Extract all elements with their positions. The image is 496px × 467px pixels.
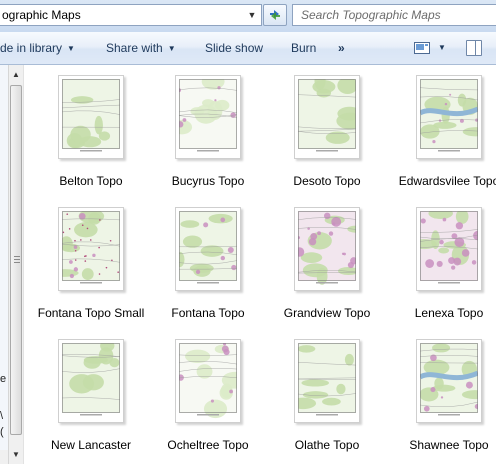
topo-map-thumbnail-art bbox=[298, 343, 356, 416]
file-thumbnail[interactable] bbox=[294, 207, 360, 291]
more-commands-label: » bbox=[338, 41, 345, 55]
grip-line bbox=[14, 256, 20, 257]
scroll-down-icon[interactable]: ▼ bbox=[9, 447, 23, 461]
topo-map-thumbnail-art bbox=[298, 79, 356, 152]
file-thumbnail[interactable] bbox=[416, 75, 482, 159]
file-thumbnail[interactable] bbox=[58, 207, 124, 291]
share-with-label: Share with bbox=[106, 41, 163, 55]
search-placeholder: Search Topographic Maps bbox=[301, 8, 441, 22]
address-bar-row: ographic Maps ▼ Search Topographic Maps bbox=[0, 0, 496, 32]
grip-line bbox=[14, 259, 20, 260]
more-commands-button[interactable]: » bbox=[338, 41, 345, 55]
topo-map-thumbnail-art bbox=[420, 343, 478, 416]
file-item[interactable]: Olathe Topo bbox=[258, 337, 376, 467]
file-thumbnail[interactable] bbox=[175, 75, 241, 159]
file-item[interactable]: Edwardsvilee Topo bbox=[380, 73, 496, 203]
file-thumbnail[interactable] bbox=[175, 339, 241, 423]
file-item[interactable]: Belton Topo bbox=[22, 73, 140, 203]
include-in-library-button[interactable]: de in library ▼ bbox=[0, 41, 75, 55]
topo-map-thumbnail-art bbox=[420, 211, 478, 284]
address-dropdown-icon[interactable]: ▼ bbox=[244, 5, 260, 25]
file-item[interactable]: Fontana Topo Small bbox=[22, 205, 144, 335]
file-thumbnail[interactable] bbox=[416, 339, 482, 423]
file-name-label[interactable]: Olathe Topo bbox=[258, 438, 396, 453]
burn-label: Burn bbox=[291, 41, 317, 55]
preview-pane-button[interactable] bbox=[466, 40, 482, 56]
file-item[interactable]: Grandview Topo bbox=[258, 205, 376, 335]
file-thumbnail[interactable] bbox=[294, 75, 360, 159]
burn-button[interactable]: Burn bbox=[291, 41, 316, 55]
topo-map-thumbnail-art bbox=[298, 211, 356, 285]
file-item[interactable]: Ocheltree Topo bbox=[139, 337, 257, 467]
file-item[interactable]: New Lancaster bbox=[22, 337, 140, 467]
navigation-pane: e \ ( bbox=[0, 65, 8, 464]
file-name-label[interactable]: Grandview Topo bbox=[258, 306, 396, 321]
topo-map-thumbnail-art bbox=[179, 211, 237, 284]
file-thumbnail[interactable] bbox=[175, 207, 241, 291]
refresh-icon bbox=[270, 10, 280, 20]
file-item[interactable]: Fontana Topo bbox=[139, 205, 257, 335]
chevron-down-icon: ▼ bbox=[67, 44, 75, 53]
nav-item-fragment[interactable]: ( bbox=[0, 426, 4, 438]
file-thumbnail[interactable] bbox=[416, 207, 482, 291]
file-item[interactable]: Bucyrus Topo bbox=[139, 73, 257, 203]
file-thumbnail[interactable] bbox=[58, 339, 124, 423]
grip-line bbox=[14, 262, 20, 263]
change-view-icon[interactable] bbox=[414, 41, 430, 55]
file-name-label[interactable]: Lenexa Topo bbox=[380, 306, 496, 321]
share-with-button[interactable]: Share with ▼ bbox=[106, 41, 176, 55]
search-input[interactable]: Search Topographic Maps bbox=[292, 4, 496, 26]
horizontal-scrollbar-stub[interactable] bbox=[0, 450, 8, 464]
include-in-library-label: de in library bbox=[0, 41, 63, 55]
file-item[interactable]: Lenexa Topo bbox=[380, 205, 496, 335]
topo-map-thumbnail-art bbox=[420, 79, 478, 152]
file-name-label[interactable]: Shawnee Topo bbox=[380, 438, 496, 453]
slide-show-label: Slide show bbox=[205, 41, 264, 55]
file-item[interactable]: Shawnee Topo bbox=[380, 337, 496, 467]
view-dropdown-icon[interactable]: ▼ bbox=[438, 43, 446, 52]
scroll-thumb[interactable] bbox=[10, 85, 22, 435]
file-thumbnail[interactable] bbox=[294, 339, 360, 423]
address-bar[interactable]: ographic Maps bbox=[0, 4, 262, 26]
file-name-label[interactable]: Edwardsvilee Topo bbox=[380, 174, 496, 189]
file-thumbnail[interactable] bbox=[58, 75, 124, 159]
nav-item-fragment[interactable]: e bbox=[0, 373, 6, 385]
file-name-label[interactable]: Ocheltree Topo bbox=[139, 438, 277, 453]
command-bar: de in library ▼ Share with ▼ Slide show Bu… bbox=[0, 32, 496, 65]
file-name-label[interactable]: Bucyrus Topo bbox=[139, 174, 277, 189]
file-item[interactable]: Desoto Topo bbox=[258, 73, 376, 203]
scroll-up-icon[interactable]: ▲ bbox=[9, 67, 23, 81]
refresh-button[interactable] bbox=[263, 4, 287, 26]
topo-map-thumbnail-art bbox=[62, 343, 120, 416]
slide-show-button[interactable]: Slide show bbox=[205, 41, 263, 55]
topo-map-thumbnail-art bbox=[179, 343, 237, 419]
topo-map-thumbnail-art bbox=[62, 79, 120, 152]
chevron-down-icon: ▼ bbox=[167, 44, 176, 53]
file-name-label[interactable]: Fontana Topo bbox=[139, 306, 277, 321]
address-path: ographic Maps bbox=[2, 8, 81, 22]
nav-item-fragment[interactable]: \ bbox=[0, 410, 3, 422]
topo-map-thumbnail-art bbox=[62, 211, 120, 284]
file-name-label[interactable]: Desoto Topo bbox=[258, 174, 396, 189]
topo-map-thumbnail-art bbox=[179, 79, 237, 152]
